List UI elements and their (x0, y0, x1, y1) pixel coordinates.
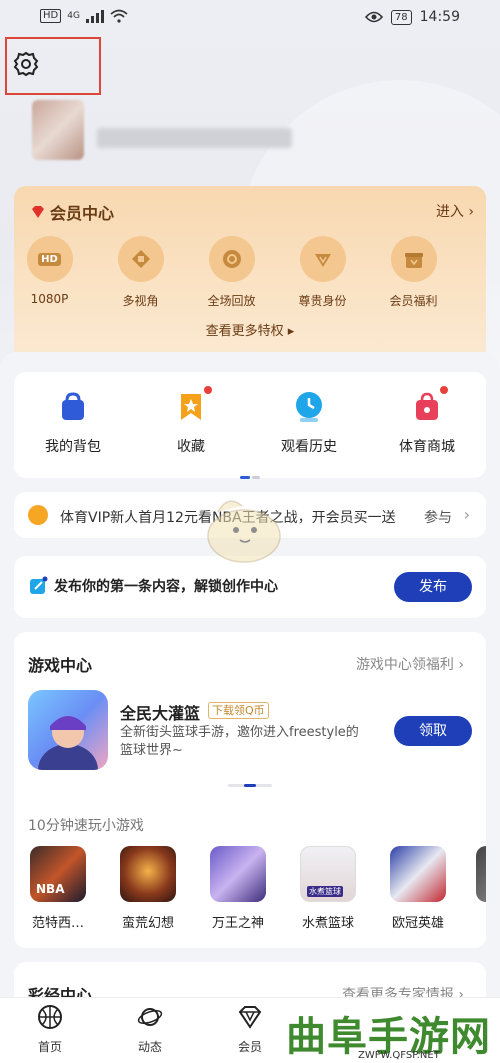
mini-game-item[interactable]: 蛮荒幻想 (118, 846, 178, 931)
quick-item-favorites[interactable]: 收藏 (132, 386, 250, 456)
vip-item-identity[interactable]: 尊贵身份 (277, 236, 368, 309)
vip-item-1080p[interactable]: HD 1080P (4, 236, 95, 309)
vip-center-card[interactable]: 会员中心 进入 › HD 1080P 多视角 全场回放 尊贵身份 会员福利 查看… (14, 186, 486, 361)
site-watermark: 曲阜手游网 ZWFW.QFSP.NET (286, 1013, 491, 1061)
mini-games-row: NBA 范特西… 蛮荒幻想 万王之神 水煮篮球 水煮篮球 欧冠英雄 C (28, 846, 486, 936)
quick-item-backpack[interactable]: 我的背包 (14, 390, 132, 456)
vip-badge-icon (314, 254, 331, 267)
featured-game-desc: 全新街头篮球手游，邀你进入freestyle的篮球世界~ (120, 725, 359, 758)
basketball-icon (38, 1005, 62, 1029)
gear-icon[interactable] (12, 50, 40, 78)
clock: 14:59 (419, 9, 460, 25)
notification-dot (204, 386, 212, 394)
mascot-watermark (207, 500, 281, 563)
battery-level: 78 (390, 9, 412, 25)
mini-game-item[interactable]: 万王之神 (208, 846, 268, 931)
hd-indicator: HD (40, 9, 62, 23)
vip-item-multi-view[interactable]: 多视角 (95, 236, 186, 309)
planet-icon (137, 1008, 163, 1026)
game-badge: 水煮篮球 (307, 886, 343, 897)
quick-item-shop[interactable]: 体育商城 (368, 386, 486, 456)
game-center-link[interactable]: 游戏中心领福利 › (356, 654, 464, 674)
game-center-card: 游戏中心 游戏中心领福利 › 全民大灌篮 下载领Q币 全新街头篮球手游，邀你进入… (14, 632, 486, 948)
mini-game-item[interactable]: NBA 范特西… (28, 846, 88, 931)
mini-games-title: 10分钟速玩小游戏 (28, 818, 144, 834)
eye-icon (364, 11, 383, 23)
vip-item-benefits[interactable]: 会员福利 (368, 236, 459, 309)
mini-game-item[interactable]: C (474, 846, 486, 927)
chevron-right-icon: › (463, 505, 470, 524)
avatar[interactable] (32, 100, 84, 160)
featured-game-name: 全民大灌篮 (120, 704, 201, 723)
status-bar: HD 4G 78 14:59 (0, 0, 500, 36)
page-indicator (240, 464, 260, 479)
carousel-indicator (228, 784, 272, 787)
publish-prompt-text: 发布你的第一条内容，解锁创作中心 (54, 579, 278, 595)
network-type: 4G (67, 11, 80, 21)
quick-actions-card: 我的背包 收藏 观看历史 体育商城 (14, 372, 486, 479)
mini-game-item[interactable]: 欧冠英雄 (388, 846, 448, 931)
featured-game-tag: 下载领Q币 (208, 702, 269, 719)
tab-vip[interactable]: 会员 (200, 998, 300, 1063)
nba-logo: NBA (36, 882, 65, 896)
history-icon (296, 392, 322, 422)
vip-more-privileges[interactable]: 查看更多特权 ▸ (14, 320, 486, 339)
edit-icon (30, 576, 48, 594)
notice-suffix: 参与 (424, 510, 452, 526)
claim-button[interactable]: 领取 (394, 716, 472, 746)
signal-icon (85, 9, 104, 23)
hd-icon: HD (38, 252, 61, 266)
vip-title: 会员中心 (30, 200, 114, 224)
multi-view-icon (131, 250, 150, 268)
quick-item-history[interactable]: 观看历史 (250, 390, 368, 456)
notification-dot (440, 386, 448, 394)
vip-enter-link[interactable]: 进入 › (436, 201, 474, 221)
tab-home[interactable]: 首页 (0, 998, 100, 1063)
replay-icon (222, 250, 241, 268)
gift-icon (404, 253, 423, 268)
wifi-icon (110, 9, 128, 23)
mini-game-item[interactable]: 水煮篮球 水煮篮球 (298, 846, 358, 931)
bookmark-icon (181, 394, 201, 420)
featured-game-icon[interactable] (28, 690, 108, 770)
ruby-icon (32, 206, 44, 218)
game-center-title: 游戏中心 (28, 656, 93, 675)
username-blurred[interactable] (97, 128, 292, 148)
vip-item-replay[interactable]: 全场回放 (186, 236, 277, 309)
diamond-icon (238, 1006, 262, 1029)
vip-notice-icon (28, 505, 48, 525)
publish-button[interactable]: 发布 (394, 572, 472, 602)
tab-feed[interactable]: 动态 (100, 998, 200, 1063)
shop-bag-icon (416, 392, 438, 420)
backpack-icon (62, 392, 84, 420)
